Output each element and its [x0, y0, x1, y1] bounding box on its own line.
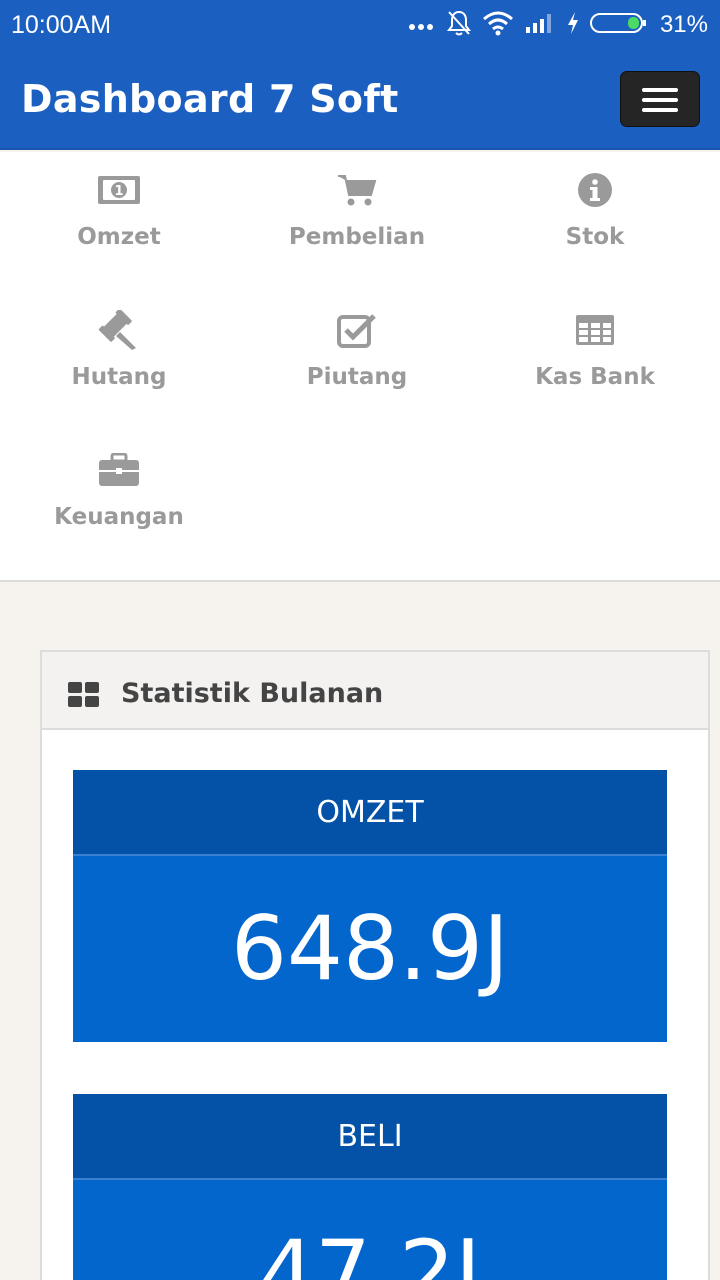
app-title: Dashboard 7 Soft [21, 77, 399, 121]
panel-title: Statistik Bulanan [121, 678, 384, 709]
hamburger-icon [642, 88, 678, 92]
menu-item-label: Kas Bank [535, 364, 655, 390]
menu-grid: 1 Omzet Pembelian Stok Hutang Piutang Ka… [0, 152, 720, 582]
briefcase-icon [0, 450, 238, 490]
status-icons: 31% [408, 8, 708, 42]
money-icon: 1 [0, 170, 238, 210]
status-bar: 10:00AM 31% [0, 0, 720, 50]
app-header: Dashboard 7 Soft [0, 50, 720, 150]
wifi-icon [482, 10, 514, 40]
stat-value: 648.9J [73, 856, 667, 1042]
stat-value: 47.2J [73, 1180, 667, 1280]
menu-item-label: Keuangan [54, 504, 184, 530]
stat-label: OMZET [73, 770, 667, 856]
stat-card-omzet: OMZET 648.9J [73, 770, 667, 1042]
menu-item-label: Stok [565, 224, 625, 250]
menu-item-omzet[interactable]: 1 Omzet [0, 152, 238, 272]
stat-label: BELI [73, 1094, 667, 1180]
menu-item-kas-bank[interactable]: Kas Bank [476, 292, 714, 412]
menu-toggle-button[interactable] [620, 71, 700, 127]
menu-item-label: Hutang [71, 364, 167, 390]
menu-item-stok[interactable]: Stok [476, 152, 714, 272]
menu-item-pembelian[interactable]: Pembelian [238, 152, 476, 272]
more-dots-icon [408, 16, 436, 35]
table-icon [476, 310, 714, 350]
charging-bolt-icon [566, 11, 580, 39]
battery-percent: 31% [659, 11, 708, 38]
checkbox-icon [238, 310, 476, 350]
bell-off-icon [446, 9, 472, 41]
menu-item-label: Omzet [77, 224, 161, 250]
signal-icon [524, 11, 556, 39]
gavel-icon [0, 310, 238, 350]
menu-item-hutang[interactable]: Hutang [0, 292, 238, 412]
status-time: 10:00AM [11, 11, 112, 39]
dashboard-icon [68, 682, 100, 712]
battery-icon [589, 11, 648, 39]
svg-text:1: 1 [114, 184, 123, 199]
cart-icon [238, 170, 476, 210]
menu-item-piutang[interactable]: Piutang [238, 292, 476, 412]
stats-panel: Statistik Bulanan OMZET 648.9J BELI 47.2… [40, 650, 710, 1280]
menu-item-label: Piutang [306, 364, 408, 390]
menu-item-keuangan[interactable]: Keuangan [0, 432, 238, 552]
panel-header: Statistik Bulanan [42, 652, 708, 730]
info-icon [476, 170, 714, 210]
menu-item-label: Pembelian [288, 224, 426, 250]
stat-card-beli: BELI 47.2J [73, 1094, 667, 1280]
